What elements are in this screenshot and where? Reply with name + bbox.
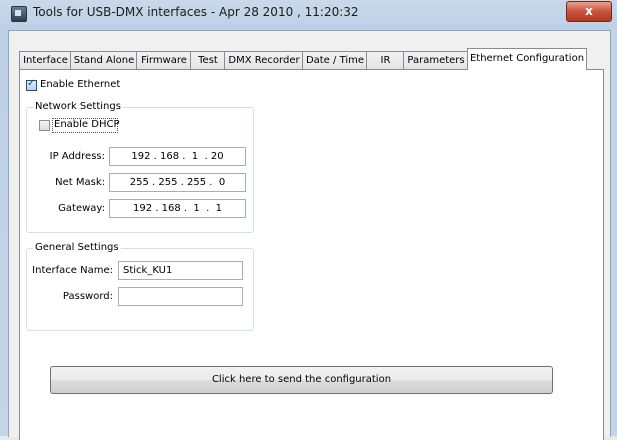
network-settings-title: Network Settings — [33, 101, 123, 112]
tab-firmware[interactable]: Firmware — [136, 51, 192, 69]
ethernet-configuration-panel: Enable Ethernet Network Settings Enable … — [19, 69, 604, 440]
gateway-field[interactable]: 192 . 168 . 1 . 1 — [109, 199, 246, 218]
enable-ethernet-checkbox[interactable] — [26, 78, 37, 91]
ip-address-field[interactable]: 192 . 168 . 1 . 20 — [109, 147, 246, 166]
tab-ethernet-configuration[interactable]: Ethernet Configuration — [467, 48, 587, 70]
app-icon — [11, 6, 27, 22]
enable-ethernet-label[interactable]: Enable Ethernet — [40, 79, 120, 90]
send-configuration-button[interactable]: Click here to send the configuration — [50, 366, 553, 394]
tab-dmx-recorder[interactable]: DMX Recorder — [224, 51, 304, 69]
tab-date-time[interactable]: Date / Time — [302, 51, 368, 69]
interface-name-label: Interface Name: — [32, 265, 113, 276]
enable-dhcp-label[interactable]: Enable DHCP — [54, 119, 119, 130]
client-area: Interface Stand Alone Firmware Test DMX … — [8, 30, 611, 440]
gateway-label: Gateway: — [58, 203, 105, 214]
enable-dhcp-checkbox[interactable] — [39, 120, 50, 131]
close-button[interactable]: x — [566, 1, 612, 22]
general-settings-group: General Settings Interface Name: Stick_K… — [26, 242, 254, 331]
window-title: Tools for USB-DMX interfaces - Apr 28 20… — [33, 5, 359, 19]
general-settings-title: General Settings — [33, 242, 121, 253]
tab-interface[interactable]: Interface — [19, 51, 72, 69]
title-bar[interactable]: Tools for USB-DMX interfaces - Apr 28 20… — [0, 0, 617, 26]
tab-test[interactable]: Test — [190, 51, 226, 69]
password-field[interactable] — [118, 287, 243, 306]
tab-stand-alone[interactable]: Stand Alone — [70, 51, 138, 69]
network-settings-group: Network Settings Enable DHCP IP Address:… — [26, 101, 254, 233]
interface-name-field[interactable]: Stick_KU1 — [118, 261, 243, 280]
net-mask-label: Net Mask: — [55, 177, 105, 188]
app-window: Tools for USB-DMX interfaces - Apr 28 20… — [0, 0, 617, 440]
ip-address-label: IP Address: — [49, 151, 105, 162]
tab-parameters[interactable]: Parameters — [403, 51, 469, 69]
net-mask-field[interactable]: 255 . 255 . 255 . 0 — [109, 173, 246, 192]
tab-ir[interactable]: IR — [366, 51, 405, 69]
password-label: Password: — [62, 291, 113, 302]
window-edge — [610, 30, 617, 436]
